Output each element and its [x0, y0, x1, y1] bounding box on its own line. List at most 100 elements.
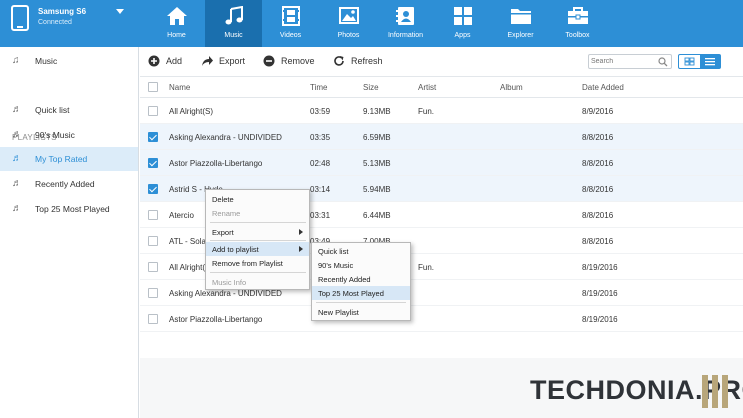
cell-time: 03:35 [310, 133, 331, 142]
toolbar: Add Export Remove Refresh [140, 47, 743, 77]
row-checkbox[interactable] [148, 210, 158, 220]
cell-date-added: 8/8/2016 [582, 211, 614, 220]
cell-name: ATL - Sola [169, 237, 206, 246]
sidebar-item-music[interactable]: ♫ Music [0, 49, 138, 73]
column-header-artist[interactable]: Artist [418, 83, 436, 92]
add-button[interactable]: Add [148, 55, 194, 69]
menu-separator [210, 272, 306, 273]
remove-label: Remove [281, 56, 315, 66]
nav-label: Information [387, 32, 424, 39]
chevron-down-icon[interactable] [116, 9, 124, 14]
cell-artist: Fun. [418, 263, 435, 272]
menu-item-label: Music Info [212, 278, 247, 287]
remove-button[interactable]: Remove [263, 55, 323, 69]
export-label: Export [219, 56, 246, 66]
refresh-button[interactable]: Refresh [333, 55, 393, 69]
row-checkbox[interactable] [148, 236, 158, 246]
search-box[interactable] [588, 54, 672, 69]
refresh-label: Refresh [351, 56, 383, 66]
cell-size: 6.44MB [363, 211, 391, 220]
contact-card-icon [396, 7, 414, 25]
list-view-button[interactable] [700, 55, 720, 68]
sidebar-item-90s-music[interactable]: ♬ 90's Music [0, 123, 138, 147]
row-checkbox[interactable] [148, 262, 158, 272]
music-icon [225, 6, 243, 25]
table-row[interactable]: Astor Piazzolla-Libertango 8/19/2016 [140, 306, 743, 332]
column-header-size[interactable]: Size [363, 83, 379, 92]
cell-artist: Fun. [418, 107, 435, 116]
nav-music[interactable]: Music [205, 0, 262, 47]
search-input[interactable] [591, 56, 657, 67]
nav-toolbox[interactable]: Toolbox [549, 0, 606, 47]
device-selector[interactable]: Samsung S6 Connected [8, 3, 136, 37]
column-header-album[interactable]: Album [500, 83, 523, 92]
minus-circle-icon [263, 55, 275, 67]
music-note-icon: ♫ [12, 55, 20, 66]
device-name: Samsung S6 [38, 7, 87, 16]
cell-date-added: 8/8/2016 [582, 159, 614, 168]
sidebar-item-label: Top 25 Most Played [35, 204, 110, 214]
menu-item-label: Export [212, 228, 234, 237]
view-toggle [678, 54, 721, 69]
cell-date-added: 8/19/2016 [582, 289, 618, 298]
submenu-item-quick-list[interactable]: Quick list [312, 244, 410, 258]
grid-view-button[interactable] [679, 55, 700, 68]
watermark-bars-icon [702, 375, 738, 408]
submenu-arrow-icon [299, 229, 303, 235]
nav-label: Home [167, 32, 186, 39]
row-checkbox[interactable] [148, 106, 158, 116]
cell-name: Astor Piazzolla-Libertango [169, 315, 263, 324]
top-navigation-bar: Samsung S6 Connected Home Music Videos P… [0, 0, 743, 47]
table-row[interactable]: Asking Alexandra - UNDIVIDED 03:35 6.59MB 8… [140, 124, 743, 150]
playlist-icon: ♬ [12, 203, 22, 214]
nav-home[interactable]: Home [148, 0, 205, 47]
nav-explorer[interactable]: Explorer [492, 0, 549, 47]
column-header-time[interactable]: Time [310, 83, 327, 92]
submenu-arrow-icon [299, 246, 303, 252]
nav-information[interactable]: Information [377, 0, 434, 47]
sidebar-item-recently-added[interactable]: ♬ Recently Added [0, 172, 138, 196]
row-checkbox[interactable] [148, 184, 158, 194]
row-checkbox[interactable] [148, 132, 158, 142]
column-header-date-added[interactable]: Date Added [582, 83, 624, 92]
photo-icon [339, 7, 359, 24]
submenu-item-new-playlist[interactable]: New Playlist [312, 305, 410, 319]
sidebar-item-quick-list[interactable]: ♬ Quick list [0, 98, 138, 122]
export-button[interactable]: Export [201, 55, 257, 69]
cell-size: 5.13MB [363, 159, 391, 168]
menu-item-label: Recently Added [318, 275, 371, 284]
grid-icon [684, 57, 695, 66]
row-checkbox[interactable] [148, 314, 158, 324]
nav-videos[interactable]: Videos [262, 0, 319, 47]
menu-item-delete[interactable]: Delete [206, 192, 309, 206]
row-checkbox[interactable] [148, 158, 158, 168]
playlist-icon: ♬ [12, 104, 22, 115]
home-icon [167, 7, 187, 25]
submenu-item-recently-added[interactable]: Recently Added [312, 272, 410, 286]
submenu-item-top-25-most-played[interactable]: Top 25 Most Played [312, 286, 410, 300]
playlist-icon: ♬ [12, 178, 22, 189]
row-checkbox[interactable] [148, 288, 158, 298]
submenu-item-90s-music[interactable]: 90's Music [312, 258, 410, 272]
phone-icon [11, 5, 29, 31]
search-icon[interactable] [658, 57, 668, 67]
nav-photos[interactable]: Photos [320, 0, 377, 47]
menu-item-label: Top 25 Most Played [318, 289, 384, 298]
cell-date-added: 8/19/2016 [582, 315, 618, 324]
sidebar-item-top-25-most-played[interactable]: ♬ Top 25 Most Played [0, 197, 138, 221]
sidebar-item-my-top-rated[interactable]: ♬ My Top Rated [0, 147, 138, 171]
cell-time: 02:48 [310, 159, 331, 168]
menu-item-remove-from-playlist[interactable]: Remove from Playlist [206, 256, 309, 270]
menu-item-label: Delete [212, 195, 234, 204]
table-row[interactable]: All Alright(S) 03:59 9.13MB Fun. 8/9/2016 [140, 98, 743, 124]
nav-apps[interactable]: Apps [434, 0, 491, 47]
select-all-checkbox[interactable] [148, 82, 158, 92]
table-row[interactable]: Astor Piazzolla-Libertango 02:48 5.13MB 8/8… [140, 150, 743, 176]
cell-size: 6.59MB [363, 133, 391, 142]
menu-item-add-to-playlist[interactable]: Add to playlist [206, 242, 309, 256]
menu-item-label: 90's Music [318, 261, 354, 270]
sidebar-item-label: Recently Added [35, 179, 95, 189]
menu-item-label: Quick list [318, 247, 349, 256]
column-header-name[interactable]: Name [169, 83, 190, 92]
menu-item-export[interactable]: Export [206, 225, 309, 239]
